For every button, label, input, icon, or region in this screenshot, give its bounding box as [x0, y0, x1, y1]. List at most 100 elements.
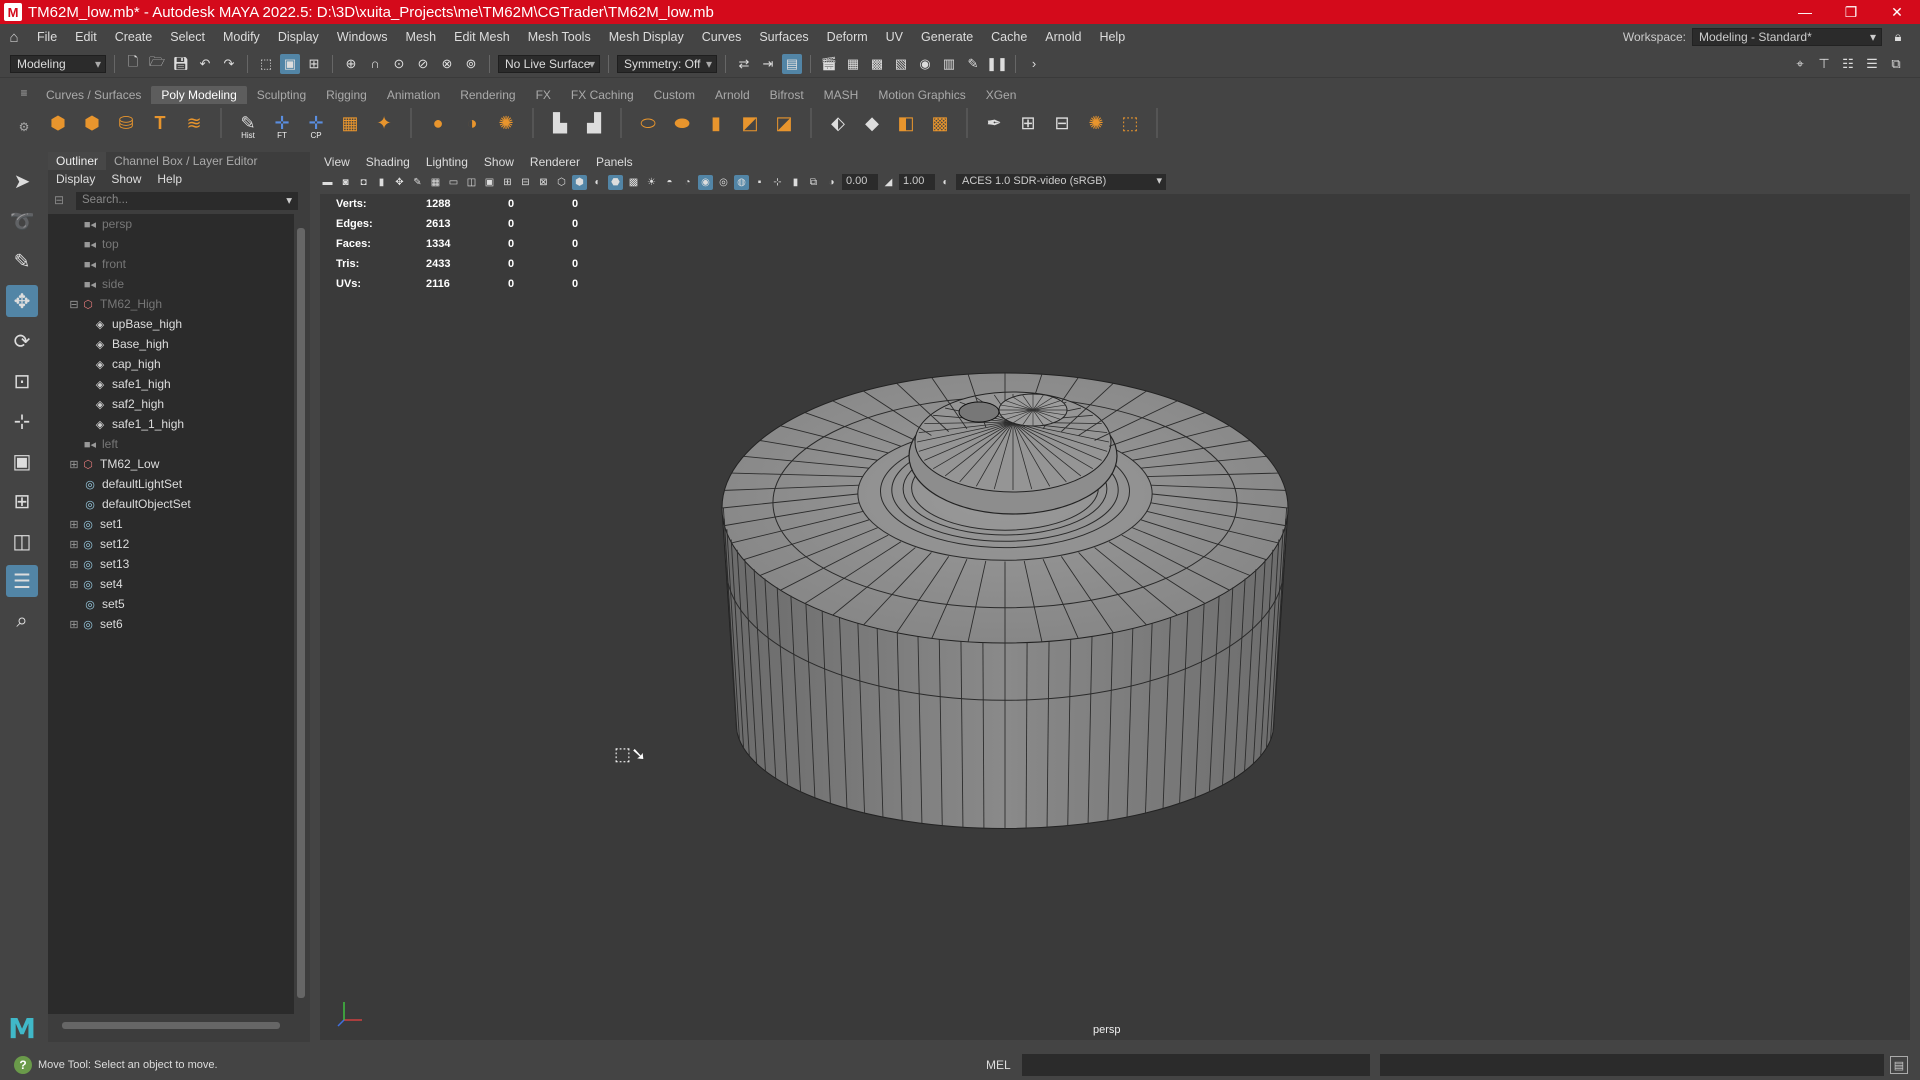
viewport-menu-renderer[interactable]: Renderer: [522, 155, 588, 169]
tree-item-set1[interactable]: ⊞ ◎ set1: [48, 514, 294, 534]
outliner-search-input[interactable]: Search...: [76, 192, 298, 210]
freeze-transform-icon[interactable]: ✛ FT: [268, 109, 296, 141]
snap-point-icon[interactable]: ⊙: [389, 54, 409, 74]
bevel-icon[interactable]: ◩: [736, 109, 764, 137]
shelf-tab-sculpting[interactable]: Sculpting: [247, 86, 316, 104]
combine-icon[interactable]: ●: [424, 109, 452, 137]
expand-icon[interactable]: ›: [1024, 54, 1044, 74]
smooth-icon[interactable]: ✺: [492, 109, 520, 137]
help-icon[interactable]: ?: [14, 1056, 32, 1074]
shelf-menu-icon[interactable]: ≡: [20, 86, 27, 100]
bookmarks-icon[interactable]: ◘: [356, 175, 371, 190]
filter-icon[interactable]: ⊟: [54, 193, 64, 207]
tree-item-tm62-low[interactable]: ⊞ ⬡ TM62_Low: [48, 454, 294, 474]
merge-icon[interactable]: ◆: [858, 109, 886, 137]
expand-icon[interactable]: ⊞: [68, 518, 80, 531]
mine-mesh-model[interactable]: [320, 194, 1910, 1040]
tree-item-upbase-high[interactable]: ◈ upBase_high: [48, 314, 294, 334]
script-language-label[interactable]: MEL: [986, 1058, 1011, 1072]
shelf-tab-rendering[interactable]: Rendering: [450, 86, 525, 104]
image-plane-icon[interactable]: ▮: [374, 175, 389, 190]
anti-aliasing-icon[interactable]: ◍: [734, 174, 749, 190]
separate-icon[interactable]: ▟: [580, 109, 608, 137]
lights-icon[interactable]: ☀: [644, 175, 659, 190]
menu-select[interactable]: Select: [161, 30, 214, 44]
tree-item-top[interactable]: ■◂ top: [48, 234, 294, 254]
render-frame-icon[interactable]: ▦: [843, 54, 863, 74]
redo-icon[interactable]: ↷: [219, 54, 239, 74]
gamma-field[interactable]: 1.00: [899, 174, 935, 190]
snap-live-icon[interactable]: ⊚: [461, 54, 481, 74]
menu-help[interactable]: Help: [1090, 30, 1134, 44]
menu-curves[interactable]: Curves: [693, 30, 751, 44]
symmetry-dropdown[interactable]: Symmetry: Off: [617, 54, 717, 73]
workspace-dropdown[interactable]: Modeling - Standard*: [1692, 28, 1882, 46]
poly-cylinder-icon[interactable]: ⛁: [112, 109, 140, 137]
grid-icon[interactable]: ▦: [428, 175, 443, 190]
menu-edit[interactable]: Edit: [66, 30, 106, 44]
shelf-settings-icon[interactable]: ⚙: [19, 120, 30, 134]
gamma-icon[interactable]: ◢: [881, 175, 896, 190]
shelf-tab-animation[interactable]: Animation: [377, 86, 450, 104]
restore-icon[interactable]: ❐: [1828, 0, 1874, 24]
lasso-tool-icon[interactable]: ➰: [6, 205, 38, 237]
rotate-tool-icon[interactable]: ⟳: [6, 325, 38, 357]
outliner-menu-display[interactable]: Display: [48, 170, 103, 188]
fill-hole-icon[interactable]: ⬭: [634, 109, 662, 137]
tree-item-set13[interactable]: ⊞ ◎ set13: [48, 554, 294, 574]
quad-draw-icon[interactable]: ✺: [1082, 109, 1110, 137]
wireframe-on-shaded-icon[interactable]: ⬣: [608, 174, 623, 190]
outliner-horizontal-scrollbar[interactable]: [50, 1020, 294, 1030]
grease-pencil-icon[interactable]: ✎: [410, 175, 425, 190]
menuset-dropdown[interactable]: Modeling: [10, 54, 106, 73]
select-camera-icon[interactable]: ▬: [320, 175, 335, 190]
construction-history-icon[interactable]: ⇥: [758, 54, 778, 74]
two-pane-icon[interactable]: ◫: [6, 525, 38, 557]
four-pane-icon[interactable]: ⊞: [6, 485, 38, 517]
select-object-icon[interactable]: ▣: [280, 53, 300, 74]
menu-arnold[interactable]: Arnold: [1036, 30, 1090, 44]
expand-icon[interactable]: ⊞: [68, 558, 80, 571]
maya-app-icon[interactable]: M: [4, 3, 22, 21]
tree-item-safe1-1-high[interactable]: ◈ safe1_1_high: [48, 414, 294, 434]
uv-editor-icon[interactable]: ▦: [336, 109, 364, 137]
tree-item-side[interactable]: ■◂ side: [48, 274, 294, 294]
history-toggle-icon[interactable]: ▤: [782, 53, 802, 74]
tree-item-set12[interactable]: ⊞ ◎ set12: [48, 534, 294, 554]
last-tool-icon[interactable]: ⊹: [6, 405, 38, 437]
shelf-tab-xgen[interactable]: XGen: [976, 86, 1027, 104]
camera-attributes-icon[interactable]: ◙: [338, 175, 353, 190]
menu-mesh-tools[interactable]: Mesh Tools: [519, 30, 600, 44]
move-tool-icon[interactable]: ✥: [6, 285, 38, 317]
select-tool-icon[interactable]: ➤: [6, 165, 38, 197]
backface-icon[interactable]: ⧉: [806, 175, 821, 190]
x-ray-icon[interactable]: ⊹: [770, 175, 785, 190]
shelf-tab-custom[interactable]: Custom: [644, 86, 705, 104]
layer-editor-icon[interactable]: ⧉: [1886, 54, 1906, 74]
render-settings-icon[interactable]: ▧: [891, 54, 911, 74]
scrollbar-thumb[interactable]: [297, 228, 305, 998]
insert-edgeloop-icon[interactable]: ⊞: [1014, 109, 1042, 137]
poke-icon[interactable]: ▩: [926, 109, 954, 137]
render-view-icon[interactable]: 🎬︎: [819, 54, 839, 74]
tree-item-base-high[interactable]: ◈ Base_high: [48, 334, 294, 354]
shelf-tab-curves-surfaces[interactable]: Curves / Surfaces: [36, 86, 151, 104]
tab-outliner[interactable]: Outliner: [48, 152, 107, 170]
close-icon[interactable]: ✕: [1874, 0, 1920, 24]
shadows-icon[interactable]: ◓: [662, 175, 677, 190]
outliner-vertical-scrollbar[interactable]: [296, 214, 306, 1014]
ambient-occlusion-icon[interactable]: ◔: [680, 175, 695, 190]
color-space-dropdown[interactable]: ACES 1.0 SDR-video (sRGB): [956, 174, 1166, 190]
channel-box-icon[interactable]: ☰: [1862, 54, 1882, 74]
boolean-icon[interactable]: ◑: [458, 109, 486, 137]
attribute-editor-icon[interactable]: ⊤: [1814, 54, 1834, 74]
duplicate-face-icon[interactable]: ◧: [892, 109, 920, 137]
tree-item-left[interactable]: ■◂ left: [48, 434, 294, 454]
tab-channel-box[interactable]: Channel Box / Layer Editor: [106, 152, 265, 170]
expand-icon[interactable]: ⊞: [68, 618, 80, 631]
append-polygon-icon[interactable]: ◪: [770, 109, 798, 137]
extract-icon[interactable]: ▙: [546, 109, 574, 137]
menu-file[interactable]: File: [28, 30, 66, 44]
tree-item-set6[interactable]: ⊞ ◎ set6: [48, 614, 294, 634]
shelf-tab-rigging[interactable]: Rigging: [316, 86, 377, 104]
